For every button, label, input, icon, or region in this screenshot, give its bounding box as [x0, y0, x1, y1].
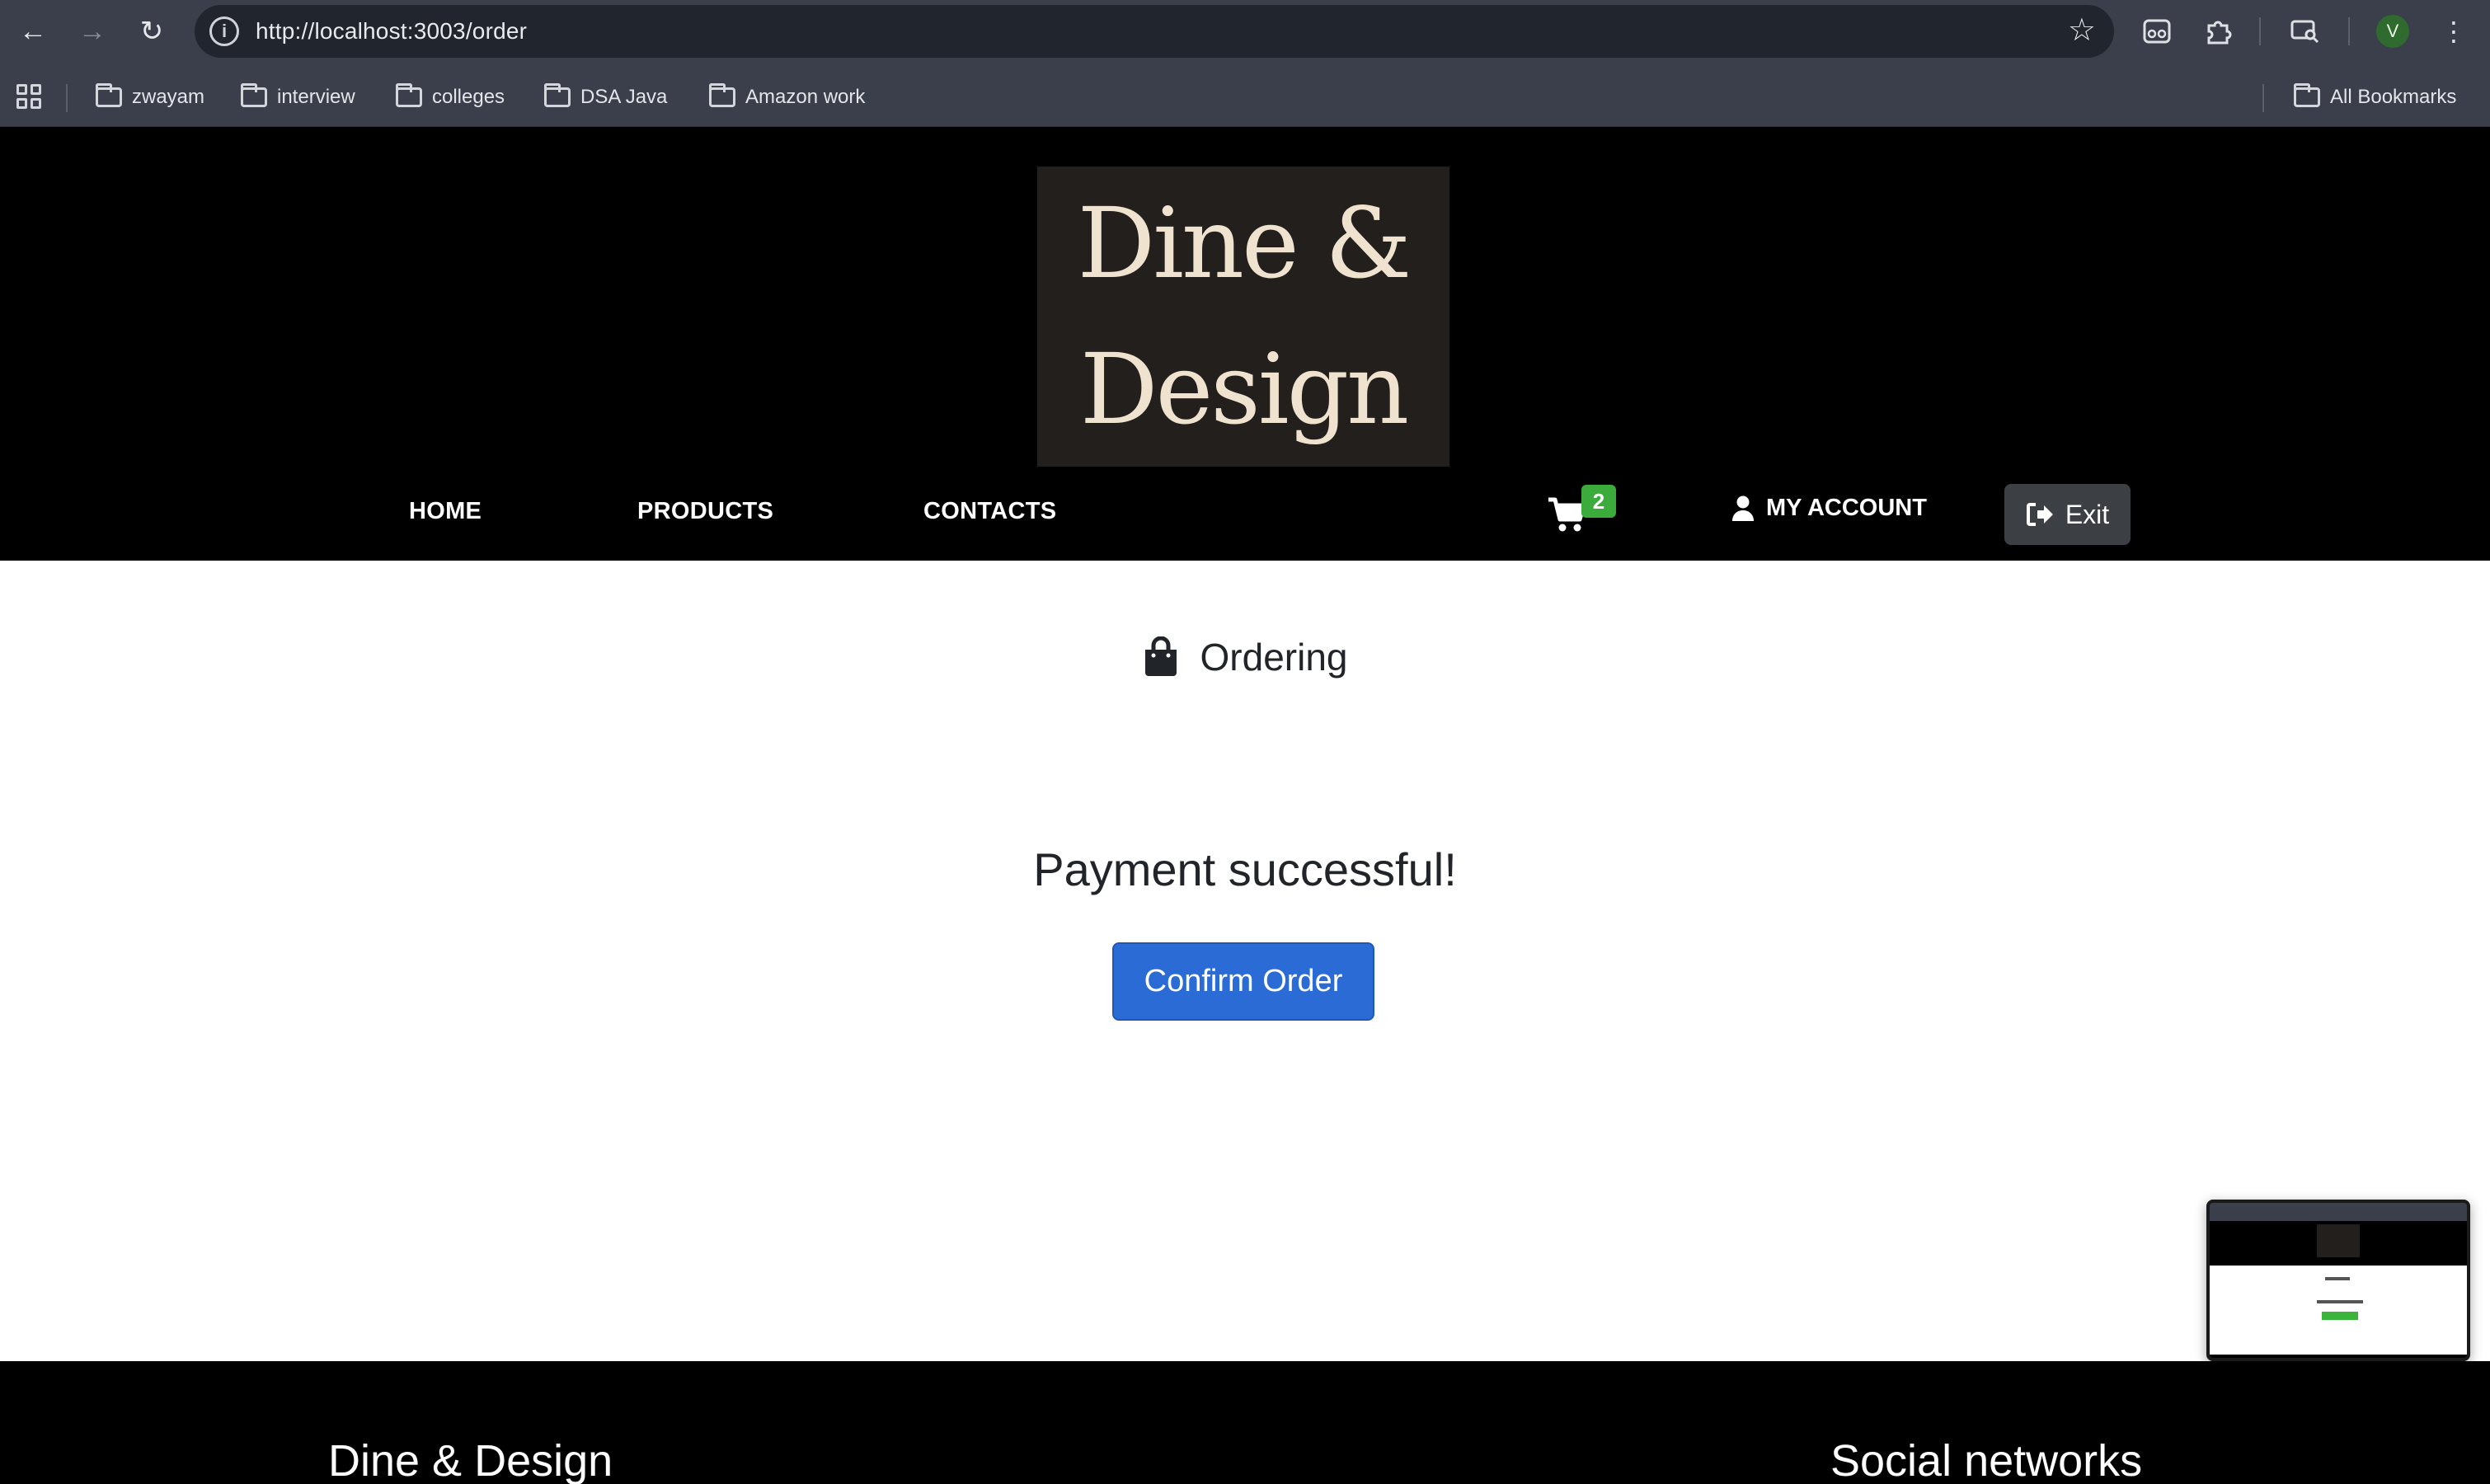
all-bookmarks-folder[interactable]: All Bookmarks [2294, 82, 2456, 112]
url-text[interactable]: http://localhost:3003/order [256, 18, 527, 45]
page-title: Ordering [0, 635, 2490, 679]
cart-count-badge: 2 [1581, 485, 1616, 518]
bookmark-label: Amazon work [745, 86, 866, 108]
thumbnail-browser-bar [2210, 1203, 2467, 1221]
forward-icon[interactable]: → [73, 12, 112, 51]
cart-icon[interactable] [1547, 496, 1586, 533]
back-icon[interactable]: ← [13, 12, 53, 51]
bookmark-folder[interactable]: DSA Java [544, 82, 667, 112]
bookmark-label: All Bookmarks [2330, 86, 2457, 108]
folder-icon [241, 83, 267, 107]
footer-brand-heading: Dine & Design [328, 1436, 613, 1484]
bookmarks-bar [0, 63, 2490, 127]
footer-social-heading: Social networks [1830, 1436, 2143, 1484]
nav-contacts-link[interactable]: CONTACTS [923, 498, 1056, 525]
folder-icon [2294, 83, 2320, 107]
nav-home-link[interactable]: HOME [409, 498, 482, 525]
apps-grid-icon[interactable] [16, 84, 41, 109]
bookmark-label: DSA Java [580, 86, 668, 108]
payment-status-message: Payment successful! [1033, 843, 1457, 895]
bookmark-label: zwayam [132, 86, 205, 108]
bookmark-label: colleges [432, 86, 505, 108]
sign-out-icon [2026, 503, 2053, 526]
shopping-bag-icon [1144, 636, 1177, 676]
folder-icon [544, 83, 571, 107]
thumbnail-header [2210, 1221, 2467, 1266]
bookmarks-divider [2262, 84, 2264, 112]
site-logo[interactable]: Dine & Design [1037, 167, 1449, 467]
bookmarks-divider [66, 84, 68, 112]
folder-icon [96, 83, 122, 107]
bookmark-folder[interactable]: colleges [396, 82, 505, 112]
preview-thumbnail[interactable] [2206, 1200, 2470, 1361]
exit-label: Exit [2065, 499, 2110, 529]
bookmark-folder[interactable]: interview [241, 82, 355, 112]
nav-products-link[interactable]: PRODUCTS [637, 498, 773, 525]
thumbnail-footer [2210, 1355, 2467, 1358]
browser-toolbar: ← → ↻ i http://localhost:3003/order ☆ V … [0, 0, 2490, 63]
profile-avatar[interactable]: V [2376, 15, 2409, 48]
browser-menu-icon[interactable]: ⋮ [2434, 12, 2474, 51]
thumbnail-line [2317, 1300, 2363, 1303]
thumbnail-logo [2317, 1224, 2360, 1257]
site-footer: Dine & Design Social networks [0, 1361, 2490, 1484]
bookmark-star-icon[interactable]: ☆ [2068, 12, 2096, 49]
my-account-link[interactable]: MY ACCOUNT [1731, 495, 1927, 522]
logo-text-line2: Design [1079, 332, 1409, 446]
exit-button[interactable]: Exit [2004, 484, 2131, 545]
bookmark-folder[interactable]: zwayam [96, 82, 204, 112]
extension-glasses-icon[interactable] [2137, 12, 2177, 51]
bookmark-folder[interactable]: Amazon work [709, 82, 865, 112]
toolbar-divider [2348, 17, 2350, 45]
address-bar[interactable]: i http://localhost:3003/order ☆ [195, 5, 2114, 58]
toolbar-divider [2259, 17, 2261, 45]
folder-icon [396, 83, 422, 107]
tab-search-icon[interactable] [2286, 12, 2325, 51]
site-info-icon[interactable]: i [209, 16, 239, 46]
thumbnail-body [2210, 1266, 2467, 1355]
confirm-order-button[interactable]: Confirm Order [1112, 942, 1374, 1021]
thumbnail-line [2325, 1277, 2350, 1280]
logo-text-line1: Dine & [1077, 186, 1412, 300]
bookmark-label: interview [277, 86, 355, 108]
reload-icon[interactable]: ↻ [132, 12, 171, 51]
folder-icon [709, 83, 735, 107]
site-header: Dine & Design HOME PRODUCTS CONTACTS 2 M… [0, 127, 2490, 561]
thumbnail-button [2322, 1312, 2358, 1320]
extensions-puzzle-icon[interactable] [2198, 12, 2238, 51]
my-account-label: MY ACCOUNT [1766, 495, 1927, 521]
user-icon [1732, 495, 1754, 521]
page-title-text: Ordering [1200, 636, 1348, 679]
